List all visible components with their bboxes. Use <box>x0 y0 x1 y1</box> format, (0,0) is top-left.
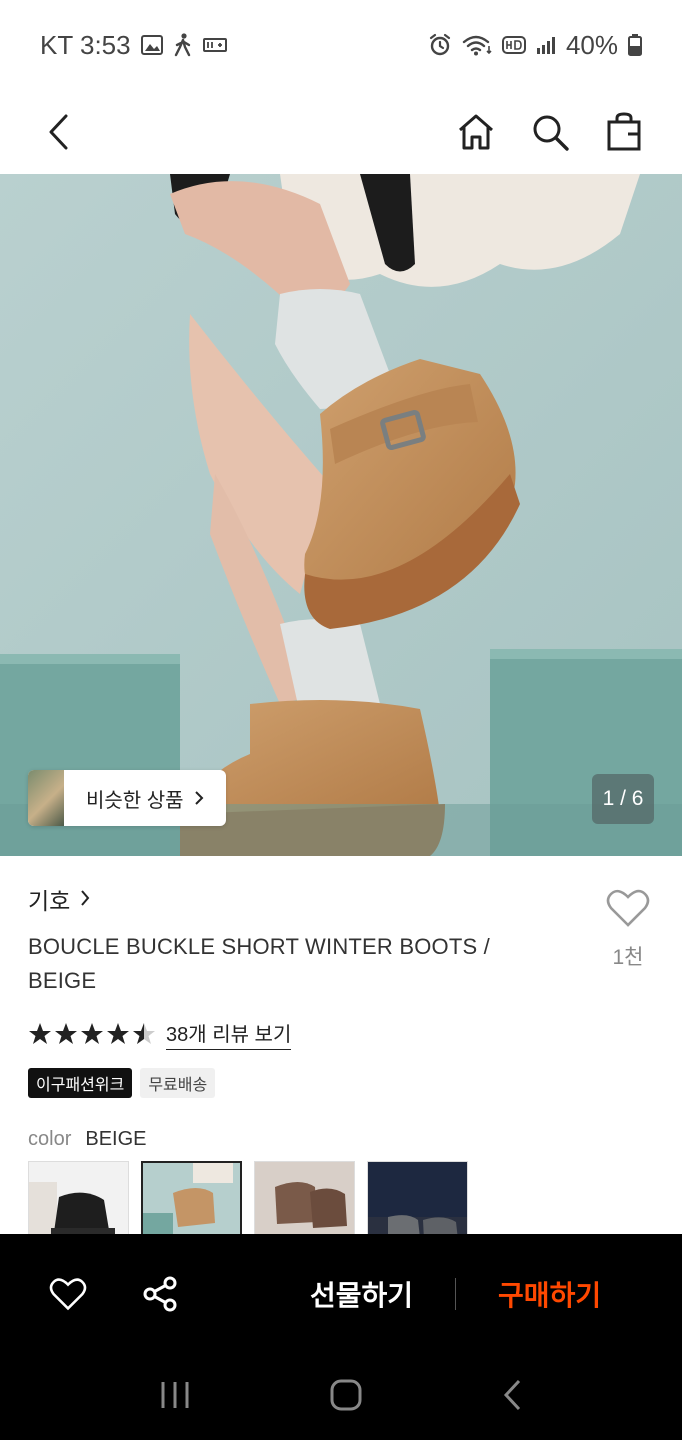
app-header <box>0 90 682 174</box>
color-row: color BEIGE <box>28 1128 654 1151</box>
star-rating <box>28 1022 156 1046</box>
star-icon <box>55 1023 77 1044</box>
similar-products-label: 비슷한 상품 <box>86 789 184 812</box>
similar-products-button[interactable]: 비슷한 상품 <box>28 770 226 826</box>
badges: 이구패션위크 무료배송 <box>28 1068 654 1098</box>
color-option-gray[interactable] <box>367 1161 468 1241</box>
system-nav-bar <box>0 1354 682 1440</box>
half-star-icon <box>133 1023 155 1044</box>
star-icon <box>107 1023 129 1044</box>
gallery-icon <box>140 35 163 55</box>
search-icon[interactable] <box>528 110 572 154</box>
hd-voice-icon <box>501 36 526 54</box>
signal-icon <box>536 35 556 55</box>
status-bar: KT 3:53 40% <box>0 0 682 90</box>
alarm-icon <box>428 33 452 57</box>
back-nav-icon[interactable] <box>501 1378 523 1417</box>
likes-count: 1천 <box>612 946 644 969</box>
recent-apps-icon[interactable] <box>159 1380 191 1415</box>
status-left: KT 3:53 <box>40 30 227 61</box>
buy-button[interactable]: 구매하기 <box>498 1274 601 1314</box>
gift-button[interactable]: 선물하기 <box>310 1274 413 1314</box>
like-button[interactable]: 1천 <box>606 888 650 971</box>
home-icon[interactable] <box>454 110 498 154</box>
free-shipping-badge: 무료배송 <box>140 1068 216 1098</box>
divider <box>455 1278 457 1310</box>
wifi-icon <box>462 34 492 56</box>
color-options <box>28 1161 654 1241</box>
color-option-black[interactable] <box>28 1161 129 1241</box>
chevron-right-icon <box>194 790 204 806</box>
product-image[interactable]: 비슷한 상품 1 / 6 <box>0 174 682 856</box>
color-value: BEIGE <box>85 1128 147 1150</box>
image-counter: 1 / 6 <box>592 774 654 824</box>
battery-percent: 40% <box>565 29 618 60</box>
brand-link[interactable]: 기호 <box>28 882 654 916</box>
color-option-beige[interactable] <box>141 1161 242 1241</box>
home-nav-icon[interactable] <box>329 1378 363 1417</box>
back-icon[interactable] <box>36 110 80 154</box>
color-option-brown[interactable] <box>254 1161 355 1241</box>
status-right: 40% <box>428 30 642 61</box>
shopping-bag-icon[interactable] <box>602 110 646 154</box>
chevron-right-icon <box>80 886 90 913</box>
event-badge: 이구패션위크 <box>28 1068 133 1098</box>
product-info: 기호 BOUCLE BUCKLE SHORT WINTER BOOTS / BE… <box>0 856 682 1241</box>
battery-icon <box>628 34 642 56</box>
wishlist-heart-icon[interactable] <box>48 1274 88 1314</box>
header-actions <box>454 110 646 154</box>
star-icon <box>81 1023 103 1044</box>
similar-thumbnail <box>28 770 64 826</box>
walking-icon <box>173 33 193 57</box>
heart-icon <box>606 888 650 933</box>
review-link[interactable]: 38개 리뷰 보기 <box>166 1018 292 1050</box>
brand-name: 기호 <box>28 888 71 914</box>
nfc-icon <box>202 38 227 52</box>
rating-row: 38개 리뷰 보기 <box>28 1018 654 1050</box>
product-photo-illustration <box>0 174 682 856</box>
share-icon[interactable] <box>140 1274 180 1314</box>
product-title: BOUCLE BUCKLE SHORT WINTER BOOTS / BEIGE <box>28 934 490 993</box>
carrier-time: KT 3:53 <box>40 29 131 60</box>
bottom-action-bar: 선물하기 구매하기 <box>0 1234 682 1354</box>
star-icon <box>29 1023 51 1044</box>
color-label: color <box>28 1128 72 1150</box>
